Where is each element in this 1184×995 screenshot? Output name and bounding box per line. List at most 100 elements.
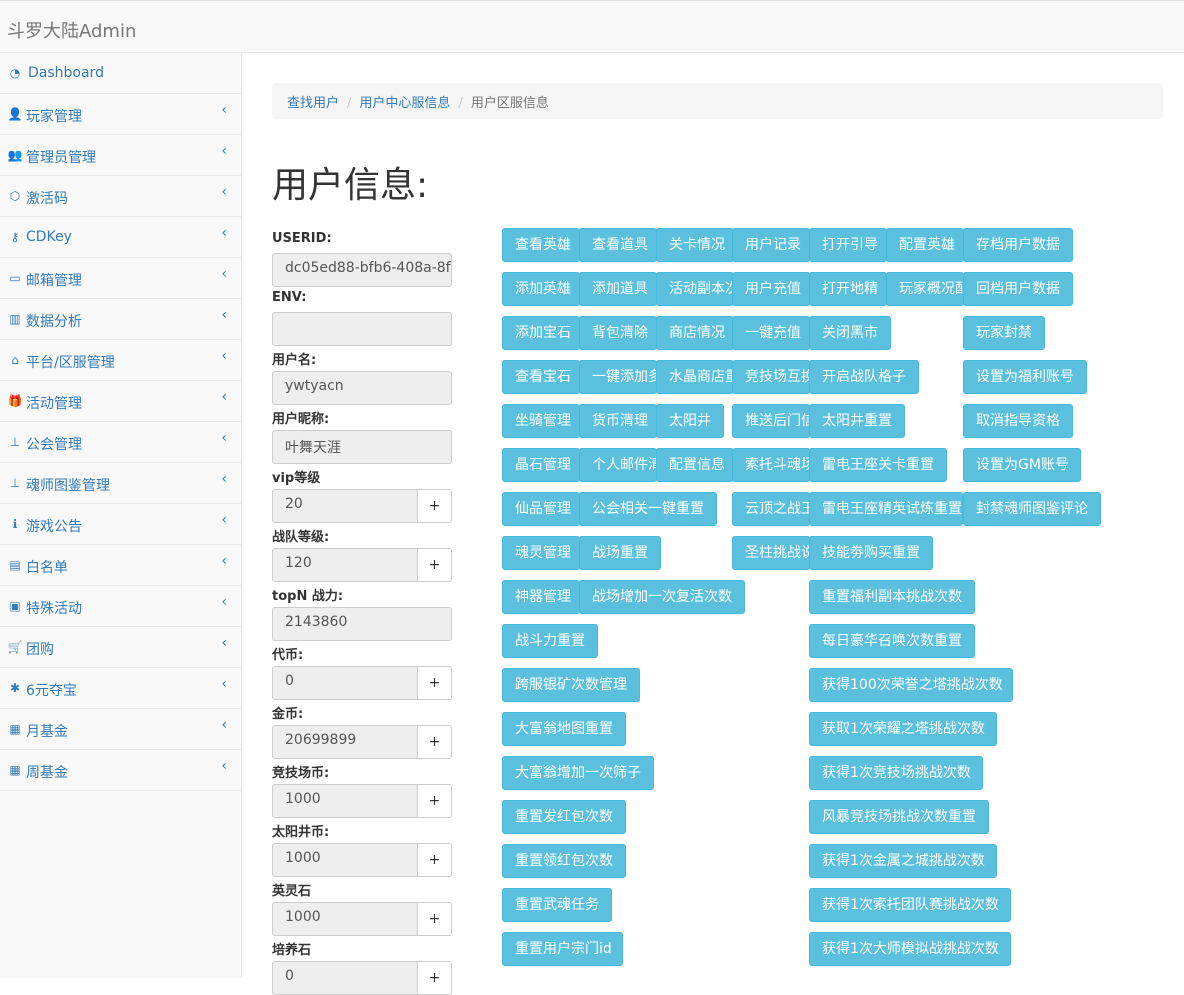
field-input[interactable]: 1000 [272, 784, 418, 818]
action-button[interactable]: 查看道具 [579, 228, 657, 262]
action-button[interactable]: 重置福利副本挑战次数 [809, 580, 975, 614]
brand-title[interactable]: 斗罗大陆Admin [7, 17, 136, 43]
action-button[interactable]: 关闭黑市 [809, 316, 891, 350]
sidebar-item-14[interactable]: 🛒 团购 ‹ [0, 627, 241, 668]
action-button[interactable]: 跨服银矿次数管理 [502, 668, 640, 702]
action-button[interactable]: 水晶商店重 [656, 360, 734, 394]
action-button[interactable]: 关卡情况 [656, 228, 734, 262]
action-button[interactable]: 魂灵管理 [502, 536, 580, 570]
sidebar-item-6[interactable]: ▥ 数据分析 ‹ [0, 299, 241, 340]
increment-button[interactable]: + [418, 548, 452, 582]
field-input[interactable]: dc05ed88-bfb6-408a-8f6 [272, 253, 452, 287]
field-input[interactable]: 20699899 [272, 725, 418, 759]
action-button[interactable]: 神器管理 [502, 580, 580, 614]
action-button[interactable]: 回档用户数据 [963, 272, 1073, 306]
field-input[interactable]: 20 [272, 489, 418, 523]
action-button[interactable]: 添加英雄 [502, 272, 580, 306]
action-button[interactable]: 添加道具 [579, 272, 657, 306]
action-button[interactable]: 获得1次大师模拟战挑战次数 [809, 932, 1011, 966]
sidebar-item-7[interactable]: ⌂ 平台/区服管理 ‹ [0, 340, 241, 381]
field-input[interactable]: 1000 [272, 902, 418, 936]
action-button[interactable]: 查看宝石 [502, 360, 580, 394]
increment-button[interactable]: + [418, 902, 452, 936]
action-button[interactable]: 圣柱挑战说 [732, 536, 810, 570]
action-button[interactable]: 竞技场互换 [732, 360, 810, 394]
action-button[interactable]: 玩家概况配 [886, 272, 964, 306]
sidebar-item-11[interactable]: ℹ 游戏公告 ‹ [0, 504, 241, 545]
action-button[interactable]: 雷电王座关卡重置 [809, 448, 947, 482]
sidebar-item-15[interactable]: ✱ 6元夺宝 ‹ [0, 668, 241, 709]
action-button[interactable]: 获得100次荣誉之塔挑战次数 [809, 668, 1013, 702]
action-button[interactable]: 获得1次金属之城挑战次数 [809, 844, 997, 878]
action-button[interactable]: 大富翁地图重置 [502, 712, 626, 746]
breadcrumb-find-user[interactable]: 查找用户 [287, 96, 339, 111]
sidebar-item-10[interactable]: ⊥ 魂师图鉴管理 ‹ [0, 463, 241, 504]
action-button[interactable]: 重置武魂任务 [502, 888, 612, 922]
action-button[interactable]: 坐骑管理 [502, 404, 580, 438]
action-button[interactable]: 个人邮件清 [579, 448, 657, 482]
field-input[interactable]: 2143860 [272, 607, 452, 641]
action-button[interactable]: 太阳井 [656, 404, 724, 438]
action-button[interactable]: 索托斗魂场 [732, 448, 810, 482]
field-input[interactable]: 0 [272, 666, 418, 700]
action-button[interactable]: 每日豪华召唤次数重置 [809, 624, 975, 658]
action-button[interactable]: 用户记录 [732, 228, 810, 262]
field-input[interactable]: 叶舞天涯 [272, 430, 452, 464]
sidebar-item-2[interactable]: 👥 管理员管理 ‹ [0, 135, 241, 176]
action-button[interactable]: 重置用户宗门id [502, 932, 623, 966]
sidebar-item-5[interactable]: ▭ 邮箱管理 ‹ [0, 258, 241, 299]
action-button[interactable]: 配置信息 [656, 448, 734, 482]
sidebar-item-1[interactable]: 👤 玩家管理 ‹ [0, 94, 241, 135]
field-input[interactable] [272, 312, 452, 346]
increment-button[interactable]: + [418, 725, 452, 759]
sidebar-item-16[interactable]: ▦ 月基金 ‹ [0, 709, 241, 750]
action-button[interactable]: 用户充值 [732, 272, 810, 306]
action-button[interactable]: 晶石管理 [502, 448, 580, 482]
action-button[interactable]: 存档用户数据 [963, 228, 1073, 262]
sidebar-item-12[interactable]: ▤ 白名单 ‹ [0, 545, 241, 586]
action-button[interactable]: 设置为GM账号 [963, 448, 1081, 482]
increment-button[interactable]: + [418, 666, 452, 700]
action-button[interactable]: 重置领红包次数 [502, 844, 626, 878]
action-button[interactable]: 云顶之战玉 [732, 492, 810, 526]
action-button[interactable]: 打开引导 [809, 228, 887, 262]
action-button[interactable]: 战斗力重置 [502, 624, 598, 658]
sidebar-item-17[interactable]: ▦ 周基金 ‹ [0, 750, 241, 791]
breadcrumb-center-server-info[interactable]: 用户中心服信息 [359, 96, 450, 111]
action-button[interactable]: 重置发红包次数 [502, 800, 626, 834]
action-button[interactable]: 推送后门信 [732, 404, 810, 438]
action-button[interactable]: 背包清除 [579, 316, 657, 350]
action-button[interactable]: 一键充值 [732, 316, 810, 350]
action-button[interactable]: 开启战队格子 [809, 360, 919, 394]
increment-button[interactable]: + [418, 843, 452, 877]
field-input[interactable]: 0 [272, 961, 418, 995]
action-button[interactable]: 添加宝石 [502, 316, 580, 350]
action-button[interactable]: 技能劵购买重置 [809, 536, 933, 570]
field-input[interactable]: 120 [272, 548, 418, 582]
action-button[interactable]: 战场增加一次复活次数 [579, 580, 745, 614]
action-button[interactable]: 商店情况 [656, 316, 734, 350]
sidebar-item-8[interactable]: 🎁 活动管理 ‹ [0, 381, 241, 422]
action-button[interactable]: 获得1次竞技场挑战次数 [809, 756, 983, 790]
sidebar-item-4[interactable]: ⚷ CDKey ‹ [0, 217, 241, 258]
action-button[interactable]: 获取1次荣耀之塔挑战次数 [809, 712, 997, 746]
action-button[interactable]: 查看英雄 [502, 228, 580, 262]
sidebar-item-0[interactable]: ◔ Dashboard [0, 53, 241, 94]
action-button[interactable]: 获得1次索托团队赛挑战次数 [809, 888, 1011, 922]
action-button[interactable]: 风暴竞技场挑战次数重置 [809, 800, 989, 834]
action-button[interactable]: 仙品管理 [502, 492, 580, 526]
increment-button[interactable]: + [418, 784, 452, 818]
increment-button[interactable]: + [418, 489, 452, 523]
action-button[interactable]: 雷电王座精英试炼重置 [809, 492, 963, 526]
action-button[interactable]: 一键添加多 [579, 360, 657, 394]
sidebar-item-13[interactable]: ▣ 特殊活动 ‹ [0, 586, 241, 627]
action-button[interactable]: 封禁魂师图鉴评论 [963, 492, 1101, 526]
sidebar-item-9[interactable]: ⊥ 公会管理 ‹ [0, 422, 241, 463]
action-button[interactable]: 太阳井重置 [809, 404, 905, 438]
action-button[interactable]: 大富翁增加一次筛子 [502, 756, 654, 790]
action-button[interactable]: 公会相关一键重置 [579, 492, 717, 526]
action-button[interactable]: 活动副本次 [656, 272, 734, 306]
field-input[interactable]: ywtyacn [272, 371, 452, 405]
action-button[interactable]: 设置为福利账号 [963, 360, 1087, 394]
field-input[interactable]: 1000 [272, 843, 418, 877]
